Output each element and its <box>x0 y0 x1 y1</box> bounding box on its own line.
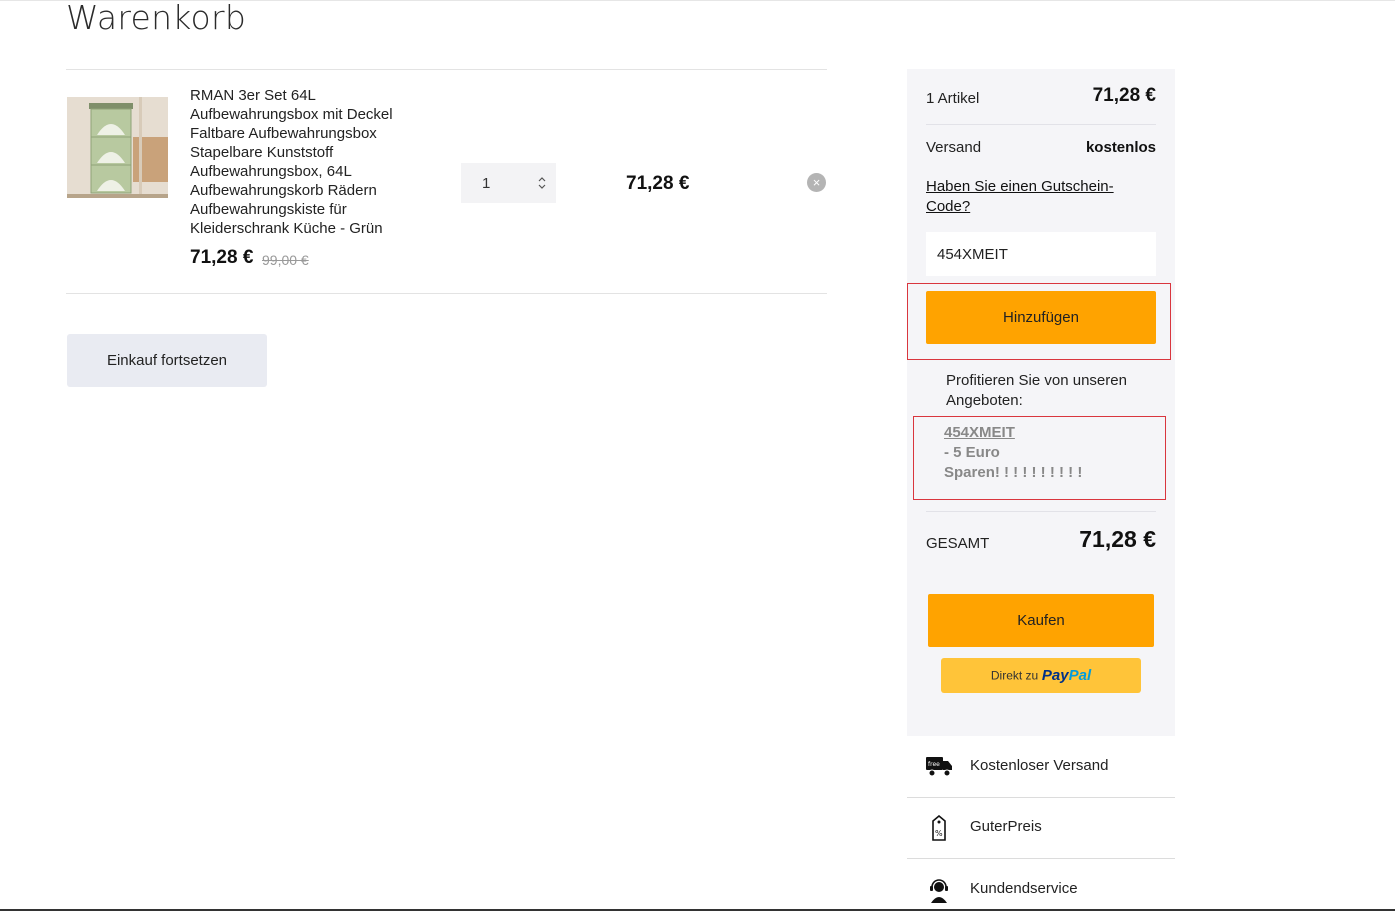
quantity-value: 1 <box>482 175 491 192</box>
order-summary-panel: 1 Artikel 71,28 € Versand kostenlos Habe… <box>907 69 1175 736</box>
offers-title: Profitieren Sie von unseren Angeboten: <box>946 372 1127 409</box>
quantity-stepper[interactable]: 1 <box>461 163 556 203</box>
customer-service-icon <box>930 879 948 903</box>
total-label: GESAMT <box>926 535 990 552</box>
buy-button[interactable]: Kaufen <box>928 594 1154 647</box>
product-image[interactable] <box>67 97 168 198</box>
paypal-checkout-button[interactable]: Direkt zu PayPal <box>941 658 1141 693</box>
offer-code-link[interactable]: 454XMEIT <box>944 424 1015 441</box>
free-text: free <box>928 761 940 768</box>
close-icon: × <box>812 175 821 190</box>
continue-shopping-button[interactable]: Einkauf fortsetzen <box>67 334 267 387</box>
product-price: 71,28 € <box>190 247 254 268</box>
remove-item-button[interactable]: × <box>807 173 826 192</box>
add-coupon-button[interactable]: Hinzufügen <box>926 291 1156 344</box>
page-title: Warenkorb <box>66 0 247 37</box>
paypal-prefix: Direkt zu <box>990 668 1039 683</box>
coupon-code-input[interactable] <box>926 232 1156 276</box>
coupon-toggle-link[interactable]: Haben Sie einen Gutschein-Code? <box>926 177 1146 217</box>
free-delivery-truck-icon: free <box>926 757 952 777</box>
feature-label: Kostenloser Versand <box>970 757 1109 774</box>
divider <box>926 124 1156 125</box>
offer-note: Sparen! ! ! ! ! ! ! ! ! ! <box>944 464 1083 481</box>
shipping-label: Versand <box>926 139 982 156</box>
items-count-label: 1 Artikel <box>926 90 980 107</box>
paypal-logo-pal: Pal <box>1068 667 1092 684</box>
total-value: 71,28 € <box>1079 526 1156 552</box>
divider <box>66 69 827 70</box>
items-subtotal: 71,28 € <box>1092 85 1156 106</box>
paypal-logo-pay: Pay <box>1041 667 1069 684</box>
percent-text: % <box>935 829 943 838</box>
up-down-arrows-icon[interactable] <box>538 175 546 191</box>
feature-free-shipping: free Kostenloser Versand <box>907 736 1175 797</box>
product-name-link[interactable]: RMAN 3er Set 64L Aufbewahrungsbox mit De… <box>190 86 430 238</box>
line-total: 71,28 € <box>626 173 690 194</box>
price-tag-icon: % <box>932 815 946 841</box>
feature-label: GuterPreis <box>970 818 1042 835</box>
product-old-price: 99,00 € <box>262 252 309 268</box>
shipping-value: kostenlos <box>1085 139 1156 156</box>
feature-good-price: % GuterPreis <box>907 797 1175 858</box>
divider <box>66 293 827 294</box>
feature-label: Kundendservice <box>970 880 1078 897</box>
divider <box>926 511 1156 512</box>
storage-shelf-illustration <box>67 97 168 198</box>
offer-discount: - 5 Euro <box>944 444 1000 461</box>
